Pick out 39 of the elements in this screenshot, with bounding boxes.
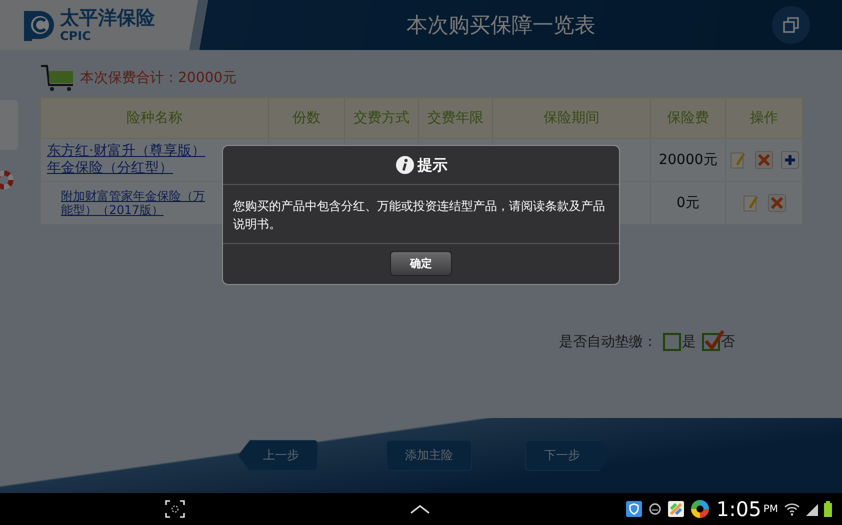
next-button[interactable]: 下一步 bbox=[525, 440, 611, 471]
column-header: 险种名称 bbox=[40, 98, 268, 138]
column-header: 保险期间 bbox=[492, 98, 650, 138]
shield-app-icon[interactable] bbox=[626, 501, 642, 517]
back-button[interactable]: 上一步 bbox=[238, 440, 318, 471]
home-up-icon[interactable] bbox=[410, 504, 430, 514]
window-icon bbox=[782, 16, 800, 34]
total-premium: 本次保费合计：20000元 bbox=[80, 69, 237, 87]
cart-icon bbox=[40, 63, 76, 93]
column-header: 份数 bbox=[268, 98, 344, 138]
auto-pay-option[interactable]: 否 bbox=[698, 333, 735, 351]
premium-cell: 20000元 bbox=[658, 152, 718, 168]
auto-pay-option[interactable]: 是 bbox=[659, 333, 696, 351]
signal-icon bbox=[806, 502, 818, 516]
column-header: 保险费 bbox=[650, 98, 726, 138]
column-header: 交费方式 bbox=[344, 98, 418, 138]
product-link[interactable]: 附加财富管家年金保险（万能型）（2017版） bbox=[61, 188, 206, 218]
info-icon bbox=[394, 155, 414, 175]
wifi-icon bbox=[784, 502, 800, 516]
add-main-button[interactable]: 添加主险 bbox=[386, 440, 472, 471]
logo-text: 太平洋保险 bbox=[60, 8, 155, 28]
dialog-message: 您购买的产品中包含分红、万能或投资连结型产品，请阅读条款及产品说明书。 bbox=[223, 185, 619, 244]
column-header: 操作 bbox=[726, 98, 802, 138]
screenshot-icon[interactable] bbox=[165, 500, 185, 518]
add-button[interactable] bbox=[781, 151, 799, 169]
page-title: 本次购买保障一览表 bbox=[406, 12, 596, 39]
window-button[interactable] bbox=[772, 6, 810, 44]
battery-icon bbox=[824, 501, 832, 517]
photo-app-icon[interactable] bbox=[668, 501, 684, 517]
clock-time: 1:05 bbox=[716, 497, 762, 521]
dialog-title: 提示 bbox=[418, 156, 448, 174]
confirm-button[interactable]: 确定 bbox=[390, 251, 452, 276]
color-wheel-app-icon[interactable] bbox=[690, 499, 710, 519]
column-header: 交费年限 bbox=[418, 98, 492, 138]
premium-cell: 0元 bbox=[676, 195, 700, 211]
lifebuoy-icon[interactable] bbox=[0, 170, 14, 190]
clock-ampm: PM bbox=[763, 504, 778, 514]
auto-pay-label: 是否自动垫缴： bbox=[559, 333, 657, 351]
logo-subtext: CPIC bbox=[60, 30, 92, 42]
